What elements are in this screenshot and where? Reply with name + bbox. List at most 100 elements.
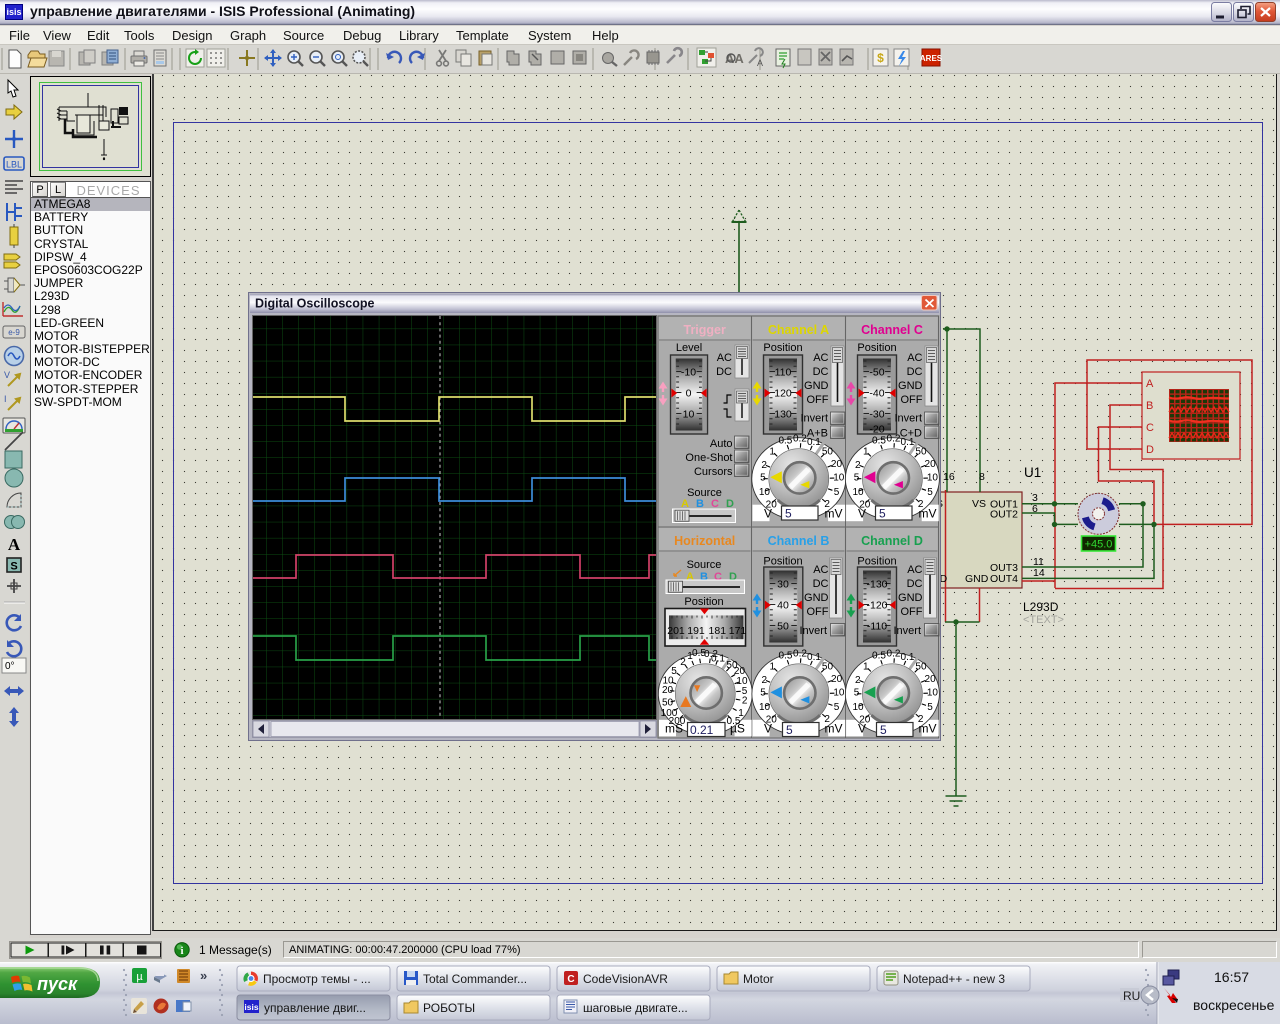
svg-text:D: D [1146,444,1154,456]
svg-text:Position: Position [763,342,802,354]
svg-text:Trigger: Trigger [684,323,727,337]
svg-text:GND: GND [804,380,829,392]
svg-text:VS: VS [972,498,986,510]
svg-text:-110: -110 [867,621,887,633]
svg-text:0.21: 0.21 [690,723,714,737]
svg-text:ARES: ARES [920,54,943,63]
svg-text:14: 14 [1033,567,1045,579]
svg-text:CodeVisionAVR: CodeVisionAVR [583,972,668,986]
svg-text:C: C [1146,422,1154,434]
svg-text:Invert: Invert [893,625,921,637]
svg-text:0: 0 [686,388,692,400]
svg-text:OFF: OFF [807,606,829,618]
svg-text:One-Shot: One-Shot [685,452,732,464]
svg-text:8: 8 [979,471,985,483]
svg-text:Invert: Invert [894,413,922,425]
svg-text:Source: Source [687,559,722,571]
svg-text:40: 40 [777,600,789,612]
svg-text:30: 30 [777,579,789,591]
svg-text:171: 171 [729,625,747,637]
svg-text:A: A [681,498,689,510]
svg-text:AC: AC [907,564,922,576]
svg-text:OUT4: OUT4 [990,573,1018,585]
svg-text:DC: DC [813,578,829,590]
svg-text:µS: µS [730,722,745,736]
svg-text:-20: -20 [869,424,884,436]
svg-text:5: 5 [880,723,887,737]
svg-text:D: D [726,498,734,510]
svg-text:Cursors: Cursors [694,466,733,478]
svg-text:воскресенье: воскресенье [1193,997,1275,1013]
svg-text:C: C [711,498,719,510]
svg-text:5: 5 [785,507,792,521]
svg-text:Notepad++ - new 3: Notepad++ - new 3 [903,972,1005,986]
svg-text:110: 110 [775,367,792,379]
svg-text:201: 201 [667,625,685,637]
svg-text:AC: AC [717,352,732,364]
svg-text:OFF: OFF [901,394,923,406]
svg-text:управление двиг...: управление двиг... [264,1001,366,1015]
svg-text:AC: AC [813,564,828,576]
svg-text:OFF: OFF [807,394,829,406]
svg-text:Digital Oscilloscope: Digital Oscilloscope [255,297,375,311]
svg-text:A: A [757,58,763,68]
svg-text:mV: mV [919,722,937,736]
svg-text:1 Message(s): 1 Message(s) [199,943,272,957]
svg-text:16:57: 16:57 [1214,969,1249,985]
svg-text:I: I [4,394,7,404]
svg-text:A: A [1146,378,1154,390]
svg-text:50: 50 [777,621,789,633]
svg-text:mV: mV [919,507,937,521]
svg-text:Position: Position [684,596,723,608]
svg-text:A: A [8,535,21,554]
svg-text:<TEXT>: <TEXT> [1023,614,1064,626]
svg-text:Invert: Invert [799,625,827,637]
svg-text:V: V [858,722,866,736]
svg-text:DC: DC [813,366,829,378]
svg-text:V: V [764,722,772,736]
svg-text:OFF: OFF [901,606,923,618]
svg-text:181: 181 [709,625,727,637]
svg-text:µ: µ [136,971,143,983]
svg-text:B: B [696,498,704,510]
svg-text:isis: isis [244,1002,258,1012]
svg-text:»: » [200,968,207,983]
svg-text:S: S [10,561,17,573]
svg-text:C: C [567,974,574,985]
svg-text:130: 130 [774,409,792,421]
svg-text:mV: mV [825,722,843,736]
svg-text:mV: mV [825,507,843,521]
svg-text:U1: U1 [1024,465,1041,480]
svg-text:V: V [858,507,866,521]
svg-text:120: 120 [774,388,792,400]
svg-text:DC: DC [716,366,732,378]
svg-text:mS: mS [665,722,683,736]
svg-text:5: 5 [879,507,886,521]
svg-text:Total Commander...: Total Commander... [423,972,527,986]
svg-text:AC: AC [907,352,922,364]
svg-text:L293D: L293D [1023,600,1059,614]
svg-text:V: V [4,370,10,380]
svg-text:Channel C: Channel C [861,323,923,337]
svg-text:-30: -30 [869,409,884,421]
svg-text:Channel D: Channel D [861,534,923,548]
svg-text:191: 191 [687,625,705,637]
svg-text:16: 16 [943,471,955,483]
svg-text:Просмотр темы - ...: Просмотр темы - ... [263,972,371,986]
svg-text:B: B [1146,400,1153,412]
svg-text:i: i [180,945,183,957]
svg-text:-40: -40 [869,388,884,400]
svg-text:-50: -50 [869,367,884,379]
svg-text:5: 5 [786,723,793,737]
svg-text:Position: Position [857,342,896,354]
svg-text:$: $ [877,51,884,65]
svg-text:Level: Level [676,342,702,354]
svg-text:Position: Position [857,556,896,568]
svg-text:Auto: Auto [710,438,733,450]
svg-text:AC: AC [813,352,828,364]
svg-text:шаговые двигате...: шаговые двигате... [583,1001,688,1015]
svg-text:DC: DC [907,578,923,590]
svg-text:Horizontal: Horizontal [674,534,735,548]
svg-text:GND: GND [804,592,829,604]
svg-text:10: 10 [683,409,695,421]
